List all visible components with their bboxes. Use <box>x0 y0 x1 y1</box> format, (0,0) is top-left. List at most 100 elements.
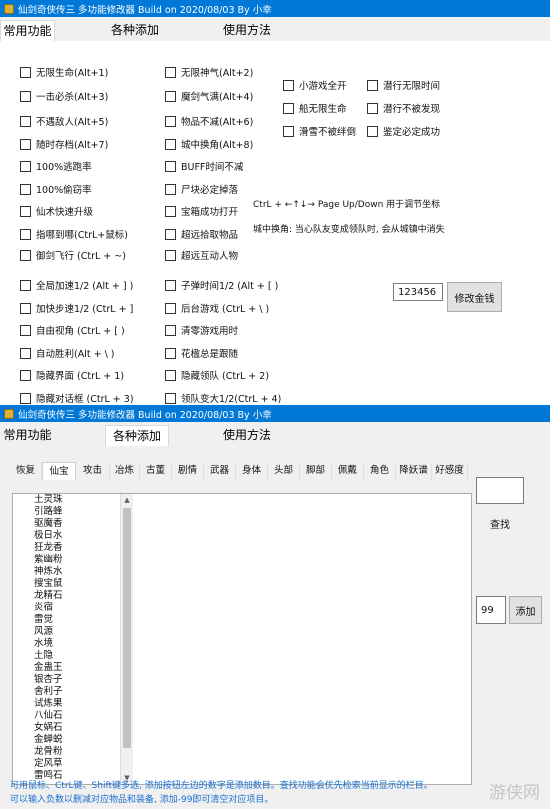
list-item[interactable]: 水境 <box>32 638 120 650</box>
option-checkbox[interactable]: 隐藏领队 (CtrL + 2) <box>165 368 269 382</box>
option-checkbox[interactable]: 清零游戏用时 <box>165 323 238 337</box>
checkbox-box[interactable] <box>20 138 31 150</box>
option-checkbox[interactable]: 指哪到哪(CtrL+鼠标) <box>20 227 128 241</box>
list-item[interactable]: 龙精石 <box>32 590 120 602</box>
list-item[interactable]: 土灵珠 <box>32 494 120 506</box>
category-tab[interactable]: 降妖谱 <box>396 462 432 480</box>
scroll-thumb[interactable] <box>123 508 131 748</box>
checkbox-box[interactable] <box>20 279 31 291</box>
option-checkbox[interactable]: 超远拾取物品 <box>165 227 238 241</box>
tab-add[interactable]: 各种添加 <box>103 20 167 41</box>
checkbox-box[interactable] <box>165 205 176 217</box>
checkbox-box[interactable] <box>20 369 31 381</box>
category-tab[interactable]: 头部 <box>268 462 300 480</box>
checkbox-box[interactable] <box>165 228 176 240</box>
add-button[interactable]: 添加 <box>509 596 542 624</box>
checkbox-box[interactable] <box>283 125 294 137</box>
option-checkbox[interactable]: 领队变大1/2(CtrL + 4) <box>165 391 281 405</box>
option-checkbox[interactable]: 随时存档(Alt+7) <box>20 137 108 151</box>
option-checkbox[interactable]: 无限生命(Alt+1) <box>20 65 108 79</box>
checkbox-box[interactable] <box>20 302 31 314</box>
option-checkbox[interactable]: 隐藏对话框 (CtrL + 3) <box>20 391 134 405</box>
option-checkbox[interactable]: 尸块必定掉落 <box>165 182 238 196</box>
category-tab[interactable]: 恢复 <box>10 462 42 480</box>
modify-money-button[interactable]: 修改金钱 <box>447 282 502 312</box>
category-tab[interactable]: 好感度 <box>432 462 468 480</box>
list-item[interactable]: 金蛊王 <box>32 662 120 674</box>
option-checkbox[interactable]: 后台游戏 (CtrL + \ ) <box>165 301 269 315</box>
checkbox-box[interactable] <box>20 66 31 78</box>
list-item[interactable]: 雷觉 <box>32 614 120 626</box>
checkbox-box[interactable] <box>165 279 176 291</box>
checkbox-box[interactable] <box>20 160 31 172</box>
list-item[interactable]: 极日水 <box>32 530 120 542</box>
checkbox-box[interactable] <box>165 369 176 381</box>
list-item[interactable]: 定风草 <box>32 758 120 770</box>
checkbox-box[interactable] <box>165 302 176 314</box>
search-input[interactable] <box>476 477 524 504</box>
option-checkbox[interactable]: 加快步速1/2 (CtrL + ] <box>20 301 133 315</box>
option-checkbox[interactable]: 魔剑气满(Alt+4) <box>165 89 253 103</box>
option-checkbox[interactable]: 隐藏界面 (CtrL + 1) <box>20 368 124 382</box>
checkbox-box[interactable] <box>20 205 31 217</box>
category-tab[interactable]: 冶炼 <box>110 462 140 480</box>
search-button[interactable]: 查找 <box>476 509 524 537</box>
checkbox-box[interactable] <box>20 249 31 261</box>
category-tab[interactable]: 脚部 <box>300 462 332 480</box>
checkbox-box[interactable] <box>20 228 31 240</box>
checkbox-box[interactable] <box>165 138 176 150</box>
list-item[interactable]: 土隐 <box>32 650 120 662</box>
tab-add[interactable]: 各种添加 <box>105 425 169 446</box>
tab-help[interactable]: 使用方法 <box>218 425 276 446</box>
tab-common[interactable]: 常用功能 <box>0 425 55 446</box>
checkbox-box[interactable] <box>283 79 294 91</box>
option-checkbox[interactable]: 城中换角(Alt+8) <box>165 137 253 151</box>
list-item[interactable]: 紫幽粉 <box>32 554 120 566</box>
checkbox-box[interactable] <box>20 324 31 336</box>
checkbox-box[interactable] <box>20 90 31 102</box>
checkbox-box[interactable] <box>367 125 378 137</box>
option-checkbox[interactable]: 潜行不被发现 <box>367 101 440 115</box>
list-item[interactable]: 金蝉蜕 <box>32 734 120 746</box>
list-item[interactable]: 银杏子 <box>32 674 120 686</box>
checkbox-box[interactable] <box>367 102 378 114</box>
checkbox-box[interactable] <box>165 115 176 127</box>
category-tab[interactable]: 攻击 <box>76 462 110 480</box>
category-tab[interactable]: 佩戴 <box>332 462 364 480</box>
checkbox-box[interactable] <box>165 160 176 172</box>
checkbox-box[interactable] <box>20 183 31 195</box>
category-tab[interactable]: 仙宝 <box>42 462 76 480</box>
option-checkbox[interactable]: 子弹时间1/2 (Alt + [ ) <box>165 278 278 292</box>
list-item[interactable]: 神炼水 <box>32 566 120 578</box>
title-bar[interactable]: 仙剑奇侠传三 多功能修改器 Build on 2020/08/03 By 小幸 <box>0 405 550 422</box>
list-item[interactable]: 狂龙香 <box>32 542 120 554</box>
category-tab[interactable]: 武器 <box>204 462 236 480</box>
option-checkbox[interactable]: 一击必杀(Alt+3) <box>20 89 108 103</box>
list-item[interactable]: 引路蜂 <box>32 506 120 518</box>
option-checkbox[interactable]: 御剑飞行 (CtrL + ~) <box>20 248 126 262</box>
list-item[interactable]: 驱魔香 <box>32 518 120 530</box>
option-checkbox[interactable]: 船无限生命 <box>283 101 347 115</box>
category-tab[interactable]: 身体 <box>236 462 268 480</box>
checkbox-box[interactable] <box>165 183 176 195</box>
list-item[interactable]: 风源 <box>32 626 120 638</box>
checkbox-box[interactable] <box>20 115 31 127</box>
category-tab[interactable]: 古董 <box>140 462 172 480</box>
option-checkbox[interactable]: 超远互动人物 <box>165 248 238 262</box>
title-bar[interactable]: 仙剑奇侠传三 多功能修改器 Build on 2020/08/03 By 小幸 <box>0 0 550 17</box>
list-item[interactable]: 八仙石 <box>32 710 120 722</box>
option-checkbox[interactable]: 物品不减(Alt+6) <box>165 114 253 128</box>
item-list[interactable]: 土灵珠 引路蜂 驱魔香 极日水 狂龙香 紫幽粉 神炼水 搜宝鼠 龙精石 炎宿 雷觉 风源 水境 土隐 金蛊王… <box>32 494 121 784</box>
option-checkbox[interactable]: 自动胜利(Alt + \ ) <box>20 346 115 360</box>
option-checkbox[interactable]: 宝箱成功打开 <box>165 204 238 218</box>
option-checkbox[interactable]: 100%逃跑率 <box>20 159 92 173</box>
list-item[interactable]: 龙骨粉 <box>32 746 120 758</box>
option-checkbox[interactable]: 自由视角 (CtrL + [ ) <box>20 323 125 337</box>
checkbox-box[interactable] <box>367 79 378 91</box>
checkbox-box[interactable] <box>165 347 176 359</box>
checkbox-box[interactable] <box>283 102 294 114</box>
scroll-up-icon[interactable]: ▲ <box>121 494 133 506</box>
option-checkbox[interactable]: 仙术快速升级 <box>20 204 93 218</box>
option-checkbox[interactable]: 100%偷窃率 <box>20 182 92 196</box>
item-list-scrollbar[interactable]: ▲ ▼ <box>120 494 133 784</box>
